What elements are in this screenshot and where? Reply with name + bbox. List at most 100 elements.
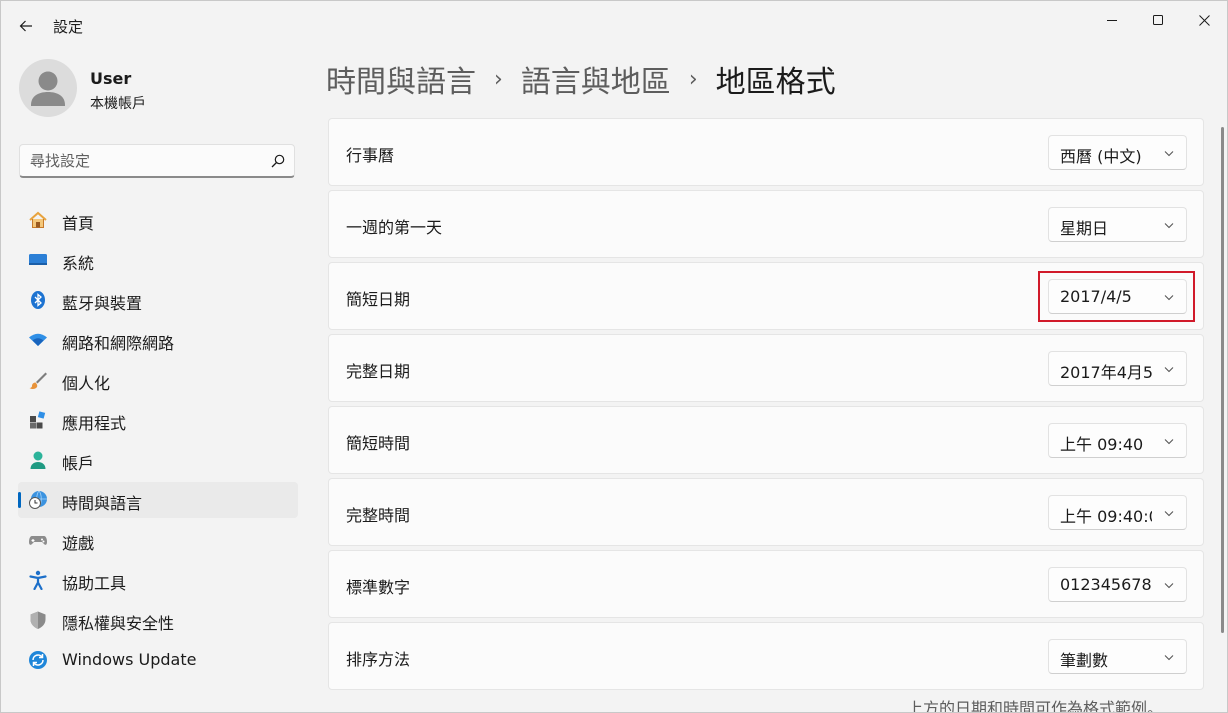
dropdown-value: 2017/4/5 <box>1060 287 1132 306</box>
setting-row-short-date: 簡短日期 2017/4/5 <box>328 262 1204 330</box>
format-example-note: 上方的日期和時間可作為格式範例。 <box>907 699 1164 713</box>
standard-digits-dropdown[interactable]: 0123456789 <box>1048 567 1187 602</box>
page-title: 地區格式 <box>715 65 836 100</box>
setting-row-calendar: 行事曆 西曆 (中文) <box>328 118 1204 186</box>
setting-row-sort-method: 排序方法 筆劃數 <box>328 622 1204 690</box>
account-icon <box>30 451 46 469</box>
sidebar-item-personalization[interactable]: 個人化 <box>18 362 298 398</box>
settings-window: 設定 User 本機帳戶 尋找設定 首頁 系統 藍牙與裝置 網路和網際網路 個人… <box>0 0 1228 713</box>
setting-label: 一週的第一天 <box>346 218 443 237</box>
sidebar-item-label: 藍牙與裝置 <box>62 294 143 313</box>
sidebar-item-label: 遊戲 <box>62 534 95 553</box>
setting-row-short-time: 簡短時間 上午 09:40 <box>328 406 1204 474</box>
sidebar-item-windows-update[interactable]: Windows Update <box>18 642 298 678</box>
setting-label: 排序方法 <box>346 650 411 669</box>
sidebar-item-time-language[interactable]: 時間與語言 <box>18 482 298 518</box>
long-time-dropdown[interactable]: 上午 09:40:07 <box>1048 495 1187 530</box>
brush-icon <box>29 372 47 390</box>
dropdown-value: 筆劃數 <box>1060 651 1109 670</box>
setting-label: 簡短日期 <box>346 290 411 309</box>
chevron-down-icon <box>1164 511 1174 517</box>
dropdown-value: 上午 09:40 <box>1060 435 1144 454</box>
setting-row-long-date: 完整日期 2017年4月5日 <box>328 334 1204 402</box>
close-button[interactable] <box>1181 7 1227 33</box>
avatar <box>19 59 77 117</box>
setting-row-long-time: 完整時間 上午 09:40:07 <box>328 478 1204 546</box>
dropdown-value: 西曆 (中文) <box>1060 147 1142 166</box>
setting-row-standard-digits: 標準數字 0123456789 <box>328 550 1204 618</box>
back-arrow-icon <box>19 20 32 32</box>
chevron-down-icon <box>1164 151 1174 157</box>
setting-label: 簡短時間 <box>346 434 411 453</box>
sidebar-item-label: 帳戶 <box>62 454 95 473</box>
sidebar-item-label: 應用程式 <box>62 414 127 433</box>
globe-clock-icon <box>29 490 47 509</box>
sidebar-item-apps[interactable]: 應用程式 <box>18 402 298 438</box>
dropdown-value: 0123456789 <box>1060 575 1152 594</box>
minimize-button[interactable] <box>1089 7 1135 33</box>
short-date-dropdown[interactable]: 2017/4/5 <box>1048 279 1187 314</box>
sidebar-item-label: 協助工具 <box>62 574 127 593</box>
sidebar-item-label: 網路和網際網路 <box>62 334 175 353</box>
sidebar-item-home[interactable]: 首頁 <box>18 202 298 238</box>
sidebar-item-gaming[interactable]: 遊戲 <box>18 522 298 558</box>
setting-label: 完整時間 <box>346 506 411 525</box>
sidebar-item-label: 個人化 <box>62 374 111 393</box>
short-time-dropdown[interactable]: 上午 09:40 <box>1048 423 1187 458</box>
close-icon <box>1198 14 1210 26</box>
calendar-dropdown[interactable]: 西曆 (中文) <box>1048 135 1187 170</box>
setting-row-first-day-of-week: 一週的第一天 星期日 <box>328 190 1204 258</box>
account-type: 本機帳戶 <box>90 96 146 112</box>
breadcrumb-link-time-language[interactable]: 時間與語言 <box>326 57 476 101</box>
title-bar: 設定 <box>1 1 1227 49</box>
chevron-down-icon <box>1164 655 1174 661</box>
chevron-down-icon <box>1164 583 1174 589</box>
first-day-dropdown[interactable]: 星期日 <box>1048 207 1187 242</box>
sidebar-item-network[interactable]: 網路和網際網路 <box>18 322 298 358</box>
breadcrumb: 時間與語言 › 語言與地區 › 地區格式 <box>326 57 836 101</box>
chevron-down-icon <box>1164 223 1174 229</box>
setting-label: 完整日期 <box>346 362 411 381</box>
sidebar-nav: 首頁 系統 藍牙與裝置 網路和網際網路 個人化 應用程式 帳戶 時間與語言 遊戲… <box>18 202 298 682</box>
breadcrumb-separator: › <box>494 66 503 92</box>
sidebar-item-accessibility[interactable]: 協助工具 <box>18 562 298 598</box>
long-date-dropdown[interactable]: 2017年4月5日 <box>1048 351 1187 386</box>
sidebar-item-bluetooth-devices[interactable]: 藍牙與裝置 <box>18 282 298 318</box>
dropdown-value: 上午 09:40:07 <box>1060 507 1152 526</box>
settings-list: 行事曆 西曆 (中文) 一週的第一天 星期日 簡短日期 2017/4/5 完整日… <box>328 118 1204 694</box>
maximize-icon <box>1153 15 1163 25</box>
accessibility-icon <box>29 570 47 590</box>
breadcrumb-link-language-region[interactable]: 語言與地區 <box>521 57 671 101</box>
dropdown-value: 2017年4月5日 <box>1060 363 1152 382</box>
setting-label: 行事曆 <box>346 146 395 165</box>
user-name: User <box>90 69 132 88</box>
apps-icon <box>30 411 46 429</box>
search-icon[interactable] <box>270 153 286 169</box>
search-input[interactable] <box>30 149 260 173</box>
sort-method-dropdown[interactable]: 筆劃數 <box>1048 639 1187 674</box>
back-button[interactable] <box>13 13 39 39</box>
shield-icon <box>30 611 46 629</box>
maximize-button[interactable] <box>1135 7 1181 33</box>
minimize-icon <box>1107 20 1117 21</box>
wifi-icon <box>29 333 47 346</box>
app-title: 設定 <box>53 18 84 36</box>
sidebar-item-label: 時間與語言 <box>62 494 143 513</box>
sidebar-item-label: 首頁 <box>62 214 95 233</box>
breadcrumb-separator: › <box>688 66 698 92</box>
chevron-down-icon <box>1164 295 1174 301</box>
scrollbar[interactable] <box>1221 127 1224 633</box>
search-box[interactable] <box>19 144 295 178</box>
home-icon <box>29 211 47 228</box>
person-icon <box>31 71 65 106</box>
chevron-down-icon <box>1164 367 1174 373</box>
update-icon <box>29 651 47 669</box>
sidebar-item-privacy-security[interactable]: 隱私權與安全性 <box>18 602 298 638</box>
sidebar-item-system[interactable]: 系統 <box>18 242 298 278</box>
sidebar-item-accounts[interactable]: 帳戶 <box>18 442 298 478</box>
sidebar-item-label: 隱私權與安全性 <box>62 614 175 633</box>
dropdown-value: 星期日 <box>1060 219 1109 238</box>
sidebar-item-label: 系統 <box>62 254 95 273</box>
monitor-icon <box>29 254 47 265</box>
setting-label: 標準數字 <box>346 578 411 597</box>
